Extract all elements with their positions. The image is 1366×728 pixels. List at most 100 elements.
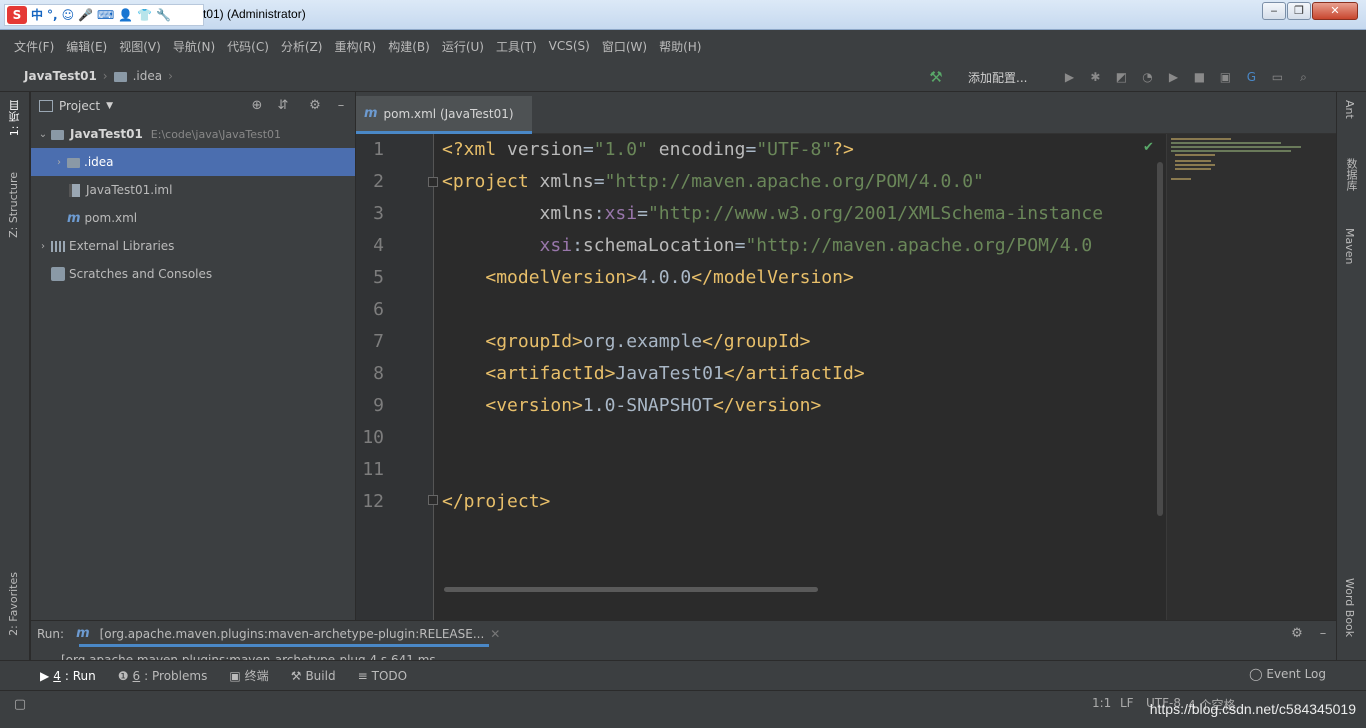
ime-user-icon[interactable]: 👤 [118,6,133,24]
menu-vcs[interactable]: VCS(S) [543,39,596,53]
build-hammer-icon[interactable]: ⚒ [928,69,944,85]
play-icon: ▶ [40,668,50,683]
fold-marker-icon[interactable] [428,495,438,505]
menu-refactor[interactable]: 重构(R) [329,38,383,55]
tool-windows-icon[interactable]: ▢ [12,697,28,713]
menu-file[interactable]: 文件(F) [8,38,60,55]
code-token: <project [442,171,540,192]
locate-icon[interactable]: ⊕ [249,98,265,114]
menu-help[interactable]: 帮助(H) [653,38,707,55]
profile-icon[interactable]: ◔ [1139,69,1155,85]
code-token: </artifactId> [723,363,865,384]
terminal-tool-tab[interactable]: ▣ 终端 [229,667,268,684]
inspection-ok-icon[interactable]: ✔ [1143,140,1154,155]
menu-navigate[interactable]: 导航(N) [167,38,221,55]
code-minimap[interactable] [1166,134,1336,620]
stop-icon[interactable]: ■ [1191,69,1207,85]
tree-item-project-root[interactable]: ⌄ JavaTest01 E:\code\java\JavaTest01 [31,120,355,148]
right-tool-stripe: Ant 数据库 Maven Word Book [1336,92,1366,696]
debug-icon[interactable]: ✱ [1087,69,1103,85]
database-tool-tab[interactable]: 数据库 [1343,158,1359,191]
add-configuration-button[interactable]: 添加配置... [968,69,1027,86]
structure-tool-tab[interactable]: Z: Structure [7,172,20,238]
wordbook-tool-tab[interactable]: Word Book [1343,578,1356,637]
list-icon: ≡ [357,668,368,683]
menu-window[interactable]: 窗口(W) [596,38,653,55]
chevron-down-icon[interactable]: ⌄ [35,129,51,140]
vertical-scrollbar[interactable] [1157,162,1163,516]
search-icon[interactable]: ⌕ [1295,69,1311,85]
run-tool-tab[interactable]: ▶ 4: Run [40,669,96,683]
code-editor[interactable]: <?xml version="1.0" encoding="UTF-8"?> <p… [434,134,1166,620]
collapse-all-icon[interactable]: ⇵ [275,98,291,114]
line-number: 10 [362,427,384,448]
menu-view[interactable]: 视图(V) [113,38,167,55]
minimize-button[interactable]: ‒ [1262,2,1286,20]
coverage-icon[interactable]: ◩ [1113,69,1129,85]
fold-marker-icon[interactable] [428,177,438,187]
menu-tools[interactable]: 工具(T) [490,38,543,55]
favorites-tool-tab[interactable]: 2: Favorites [7,572,20,636]
todo-tool-tab[interactable]: ≡ TODO [358,669,408,683]
caret-position[interactable]: 1:1 [1092,696,1111,710]
run-tab-label[interactable]: [org.apache.maven.plugins:maven-archetyp… [100,627,485,641]
ime-keyboard-icon[interactable]: ⌨ [97,6,114,24]
chevron-down-icon[interactable]: ▼ [106,101,113,111]
breadcrumb-project[interactable]: JavaTest01 [24,69,97,83]
code-token: <artifactId> [485,363,616,384]
info-icon: ❶ [117,668,129,683]
run-alt-icon[interactable]: ▶ [1165,69,1181,85]
tree-item-scratches[interactable]: Scratches and Consoles [31,260,355,288]
translate-icon[interactable]: G [1243,69,1259,85]
menu-analyze[interactable]: 分析(Z) [275,38,329,55]
horizontal-scrollbar[interactable] [444,587,818,592]
project-view-title[interactable]: Project [59,99,100,113]
problems-tool-tab[interactable]: ❶6: Problems [118,669,208,683]
terminal-icon[interactable]: ▭ [1269,69,1285,85]
line-separator[interactable]: LF [1120,696,1134,710]
code-token: encoding [658,139,746,160]
line-number: 11 [362,459,384,480]
maximize-button[interactable]: ❐ [1287,2,1311,20]
chevron-right-icon[interactable]: › [51,157,67,168]
code-token: <modelVersion> [485,267,638,288]
menu-run[interactable]: 运行(U) [436,38,490,55]
tree-item-label: .idea [84,155,114,169]
sogou-logo-icon[interactable]: S [7,6,27,24]
tree-item-external-libraries[interactable]: › External Libraries [31,232,355,260]
ime-toolbar[interactable]: S 中 °, ☺ 🎤 ⌨ 👤 👕 🔧 [4,4,204,26]
build-tool-tab[interactable]: ⚒ Build [291,669,336,683]
ime-mode-icon[interactable]: 中 [31,6,43,24]
chevron-right-icon[interactable]: › [35,241,51,252]
ant-tool-tab[interactable]: Ant [1343,100,1356,119]
code-token: : [593,203,605,224]
tree-item-label: JavaTest01.iml [86,183,173,197]
run-icon[interactable]: ▶ [1061,69,1077,85]
maven-tool-tab[interactable]: Maven [1343,228,1356,264]
gear-icon[interactable]: ⚙ [307,98,323,114]
ime-skin-icon[interactable]: 👕 [137,6,152,24]
ime-emoji-icon[interactable]: ☺ [62,6,75,24]
hide-icon[interactable]: – [333,98,349,114]
ime-tools-icon[interactable]: 🔧 [156,6,171,24]
project-tool-tab[interactable]: 1: 项目 [7,100,23,136]
close-icon[interactable]: ✕ [490,627,500,641]
close-button[interactable]: ✕ [1312,2,1358,20]
menu-code[interactable]: 代码(C) [221,38,275,55]
breadcrumb-folder[interactable]: .idea [133,69,163,83]
tab-pom-xml[interactable]: m pom.xml (JavaTest01) [356,96,532,134]
menu-build[interactable]: 构建(B) [382,38,436,55]
tree-item-idea[interactable]: › .idea [31,148,355,176]
hide-icon[interactable]: – [1315,626,1331,642]
gear-icon[interactable]: ⚙ [1289,626,1305,642]
tree-item-iml[interactable]: JavaTest01.iml [31,176,355,204]
project-structure-icon[interactable]: ▣ [1217,69,1233,85]
tree-item-pom[interactable]: m pom.xml [31,204,355,232]
watermark: https://blog.csdn.net/c584345019 [1149,701,1356,717]
menu-edit[interactable]: 编辑(E) [60,38,113,55]
code-token: xmlns [539,203,594,224]
ime-punct-icon[interactable]: °, [47,6,58,24]
ime-voice-icon[interactable]: 🎤 [78,6,93,24]
event-log-tab[interactable]: ◯ Event Log [1249,667,1326,681]
